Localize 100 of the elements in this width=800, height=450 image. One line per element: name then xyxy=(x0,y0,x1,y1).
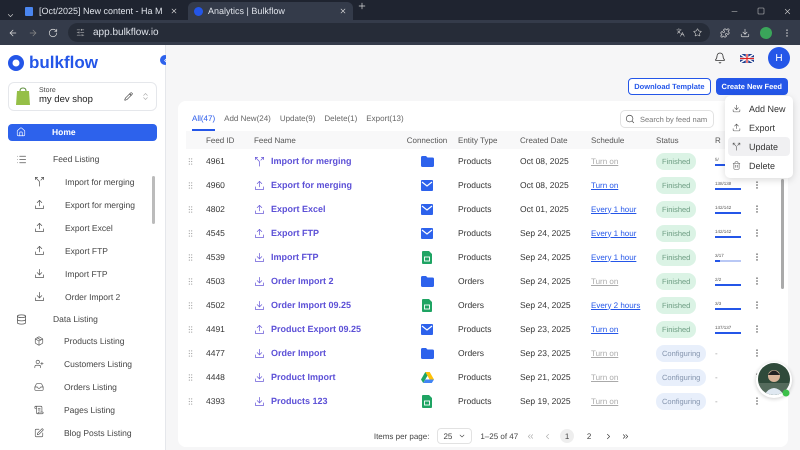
spreadsheet-icon xyxy=(422,298,432,312)
translate-icon[interactable] xyxy=(676,28,685,37)
download-icon xyxy=(254,396,265,406)
table-cell-text: 4502 xyxy=(206,300,226,310)
filter-tab[interactable]: Delete(1) xyxy=(324,107,358,131)
table-cell-text: Sep 24, 2025 xyxy=(520,300,572,310)
sidebar-item[interactable]: Import for merging xyxy=(8,170,157,194)
inbox-icon xyxy=(34,382,44,392)
site-settings-icon[interactable] xyxy=(76,28,85,37)
table-scrollbar[interactable] xyxy=(781,179,784,289)
menu-item[interactable]: Add New xyxy=(728,99,790,118)
feed-listing-heading[interactable]: Feed Listing xyxy=(8,148,157,170)
table-cell-text: Products xyxy=(458,252,493,262)
new-tab-icon[interactable] xyxy=(357,1,367,11)
spreadsheet-icon xyxy=(422,250,432,264)
sidebar-item[interactable]: Blog Posts Listing xyxy=(8,421,157,444)
drag-handle-icon[interactable] xyxy=(186,396,195,406)
feed-name-link[interactable]: Export Excel xyxy=(254,204,396,214)
filter-tab[interactable]: Add New(24) xyxy=(224,107,271,131)
document-icon xyxy=(25,6,34,16)
drag-handle-icon[interactable] xyxy=(186,156,195,166)
page-button[interactable]: 1 xyxy=(560,429,574,443)
per-page-select[interactable]: 25 xyxy=(437,428,472,444)
drag-handle-icon[interactable] xyxy=(186,228,195,238)
download-icon[interactable] xyxy=(740,28,750,38)
mail-icon xyxy=(421,180,433,190)
feed-name-link[interactable]: Order Import 09.25 xyxy=(254,300,396,310)
table-cell-text: 4448 xyxy=(206,372,226,382)
close-icon[interactable] xyxy=(783,7,792,16)
drag-handle-icon[interactable] xyxy=(186,372,195,382)
schedule-link[interactable]: Every 1 hour xyxy=(591,252,656,262)
drag-handle-icon[interactable] xyxy=(186,324,195,334)
forward-icon[interactable] xyxy=(28,28,38,38)
table-cell-text: Orders xyxy=(458,276,485,286)
star-icon[interactable] xyxy=(693,28,702,37)
schedule-link[interactable]: Every 2 hours xyxy=(591,300,656,310)
sidebar-item[interactable]: Export FTP xyxy=(8,239,157,262)
tab-list-icon[interactable] xyxy=(6,11,15,20)
folder-icon xyxy=(420,156,434,166)
sidebar-item[interactable]: Export Excel xyxy=(8,216,157,240)
maximize-icon[interactable] xyxy=(757,7,765,15)
feed-name-link[interactable]: Products 123 xyxy=(254,396,396,406)
sidebar-item[interactable]: Import FTP xyxy=(8,262,157,286)
address-bar[interactable]: app.bulkflow.io xyxy=(68,23,710,42)
drag-handle-icon[interactable] xyxy=(186,348,195,358)
pencil-icon[interactable] xyxy=(124,92,133,101)
menu-item[interactable]: Update xyxy=(728,137,790,156)
close-icon[interactable] xyxy=(339,7,347,15)
drag-handle-icon[interactable] xyxy=(186,300,195,310)
table-cell-text: 4539 xyxy=(206,252,226,262)
split-arrow-icon xyxy=(254,156,265,166)
back-icon[interactable] xyxy=(8,28,18,38)
drag-handle-icon[interactable] xyxy=(186,252,195,262)
drag-handle-icon[interactable] xyxy=(186,180,195,190)
feed-name-link[interactable]: Product Import xyxy=(254,372,396,382)
feed-name-link[interactable]: Import FTP xyxy=(254,252,396,262)
drag-handle-icon[interactable] xyxy=(186,204,195,214)
browser-tab[interactable]: [Oct/2025] New content - Ha M xyxy=(19,2,184,20)
menu-item[interactable]: Delete xyxy=(728,156,790,175)
last-page-icon[interactable] xyxy=(621,432,630,440)
feed-name-link[interactable]: Import for merging xyxy=(254,156,396,166)
sidebar-item[interactable]: Export for merging xyxy=(8,193,157,216)
data-listing-heading[interactable]: Data Listing xyxy=(8,308,157,330)
reload-icon[interactable] xyxy=(48,28,58,38)
bell-icon[interactable] xyxy=(714,52,726,64)
feed-name-link[interactable]: Export for merging xyxy=(254,180,396,190)
browser-tab[interactable]: Analytics | Bulkflow xyxy=(188,2,353,20)
feed-name-link[interactable]: Product Export 09.25 xyxy=(254,324,396,334)
sidebar-item[interactable]: Orders Listing xyxy=(8,376,157,398)
schedule-link[interactable]: Turn on xyxy=(591,180,656,190)
sidebar-item[interactable]: Products Listing xyxy=(8,330,157,353)
schedule-link[interactable]: Every 1 hour xyxy=(591,204,656,214)
schedule-link[interactable]: Turn on xyxy=(591,324,656,334)
feed-name-link[interactable]: Order Import xyxy=(254,348,396,358)
sidebar-item[interactable]: Order Import 2 xyxy=(8,285,157,308)
feed-name-link[interactable]: Order Import 2 xyxy=(254,276,396,286)
close-icon[interactable] xyxy=(170,7,178,15)
table-cell-text: Sep 23, 2025 xyxy=(520,324,572,334)
column-header: Schedule xyxy=(591,136,626,144)
table-cell-text: Sep 24, 2025 xyxy=(520,252,572,262)
feed-name-link[interactable]: Export FTP xyxy=(254,228,396,238)
drag-handle-icon[interactable] xyxy=(186,276,195,286)
table-cell-text: 4393 xyxy=(206,396,226,406)
profile-icon[interactable] xyxy=(760,26,772,38)
home-nav-item[interactable]: Home xyxy=(8,124,157,142)
user-avatar[interactable]: H xyxy=(768,47,790,69)
logo-icon xyxy=(8,54,24,71)
sidebar-scrollbar[interactable] xyxy=(152,176,155,224)
extensions-icon[interactable] xyxy=(720,28,730,38)
column-header: Connection xyxy=(406,136,448,144)
table-cell-text: Orders xyxy=(458,348,485,358)
user-plus-icon xyxy=(34,359,44,370)
page-button[interactable]: 2 xyxy=(582,429,596,443)
sidebar-item[interactable]: Customers Listing xyxy=(8,352,157,376)
filter-tab[interactable]: Export(13) xyxy=(366,107,404,131)
schedule-link[interactable]: Every 1 hour xyxy=(591,228,656,238)
flag-icon[interactable] xyxy=(740,54,754,62)
filter-tab[interactable]: Update(9) xyxy=(280,107,316,131)
menu-item[interactable]: Export xyxy=(728,118,790,137)
sidebar-item[interactable]: Pages Listing xyxy=(8,398,157,422)
